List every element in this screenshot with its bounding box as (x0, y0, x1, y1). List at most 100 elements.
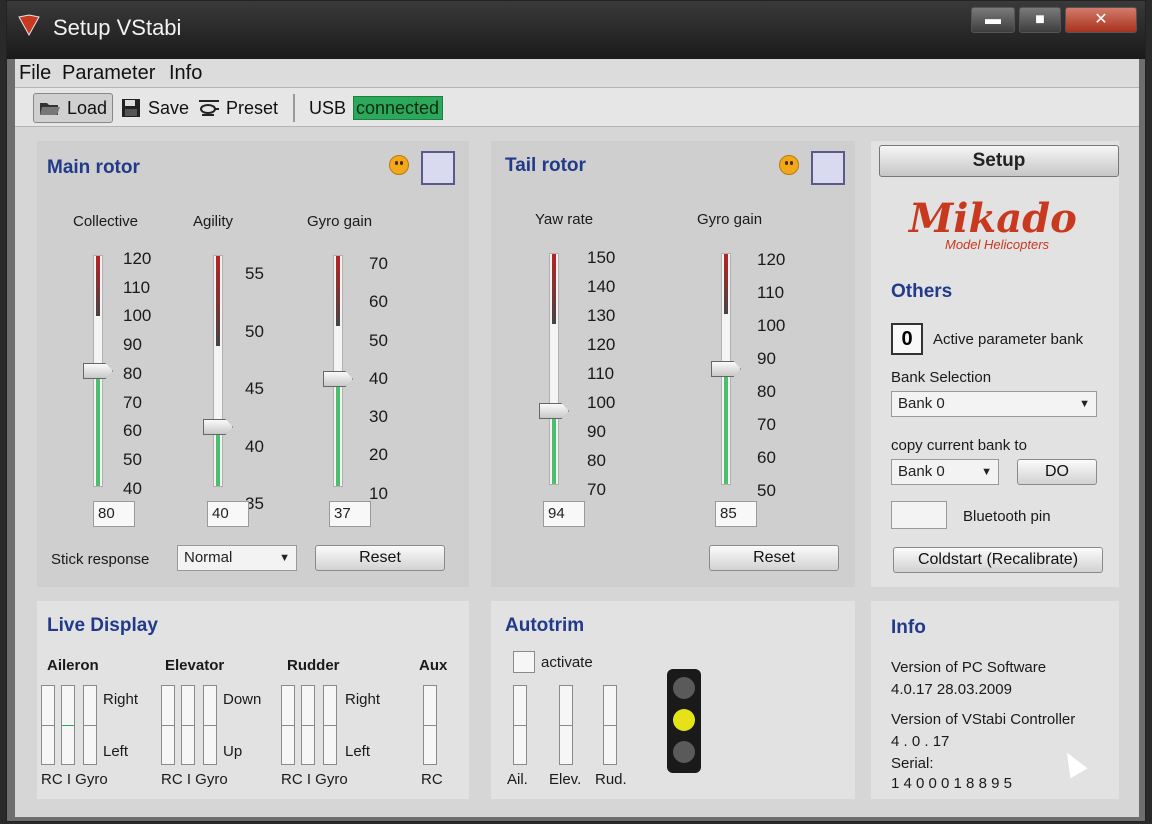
copy-bank-label: copy current bank to (891, 437, 1027, 454)
autotrim-ail-label: Ail. (507, 771, 528, 788)
agility-scale: 55 50 45 40 35 (245, 264, 264, 513)
main-gyro-value-field[interactable]: 37 (329, 501, 371, 527)
rudder-label: Rudder (287, 657, 340, 674)
main-rotor-title: Main rotor (47, 157, 140, 178)
expert-mode-icon[interactable] (421, 151, 455, 185)
traffic-lamp-bottom (673, 741, 695, 763)
autotrim-rud-label: Rud. (595, 771, 627, 788)
bluetooth-pin-label: Bluetooth pin (963, 508, 1051, 525)
autotrim-activate-checkbox[interactable] (513, 651, 535, 673)
expert-mode-icon[interactable] (811, 151, 845, 185)
bank-selection-label: Bank Selection (891, 369, 992, 386)
menu-parameter[interactable]: Parameter (62, 62, 155, 85)
live-display-title: Live Display (47, 615, 158, 636)
mikado-logo: Mikado (909, 195, 1077, 242)
autotrim-rud-bar (603, 685, 617, 765)
controller-version-value: 4 . 0 . 17 (891, 733, 950, 750)
autotrim-elev-label: Elev. (549, 771, 582, 788)
tail-rotor-panel: Tail rotor Yaw rate Gyro gain 150 140 130 1… (491, 141, 855, 587)
usb-label: USB (309, 98, 347, 118)
smiley-icon (389, 155, 409, 175)
mouse-cursor-icon (1058, 747, 1088, 779)
load-label: Load (67, 97, 108, 118)
yaw-rate-slider-thumb[interactable] (539, 403, 569, 419)
yaw-rate-slider-track[interactable] (549, 253, 559, 485)
yaw-rate-label: Yaw rate (535, 211, 594, 228)
collective-label: Collective (73, 213, 139, 230)
tail-gyro-scale: 120 110 100 90 80 70 60 50 (757, 250, 786, 500)
agility-slider-thumb[interactable] (203, 419, 233, 435)
autotrim-activate-label: activate (541, 654, 593, 671)
title-bar: Setup VStabi ▬ ■ ✕ (7, 1, 1145, 59)
elevator-up-label: Up (223, 743, 243, 760)
aileron-i-bar (61, 685, 75, 765)
pc-version-value: 4.0.17 28.03.2009 (891, 681, 1012, 698)
save-button[interactable]: Save (115, 93, 194, 123)
aileron-right-label: Right (103, 691, 139, 708)
tail-gyro-value-field[interactable]: 85 (715, 501, 757, 527)
toolbar-separator (293, 94, 295, 122)
minimize-button[interactable]: ▬ (971, 7, 1015, 33)
traffic-lamp-top (673, 677, 695, 699)
load-button[interactable]: Load (33, 93, 114, 123)
floppy-disk-icon (122, 99, 140, 117)
collective-scale: 120 110 100 90 80 70 60 50 40 (123, 249, 152, 498)
stick-response-label: Stick response (51, 551, 150, 568)
preset-label: Preset (226, 97, 279, 118)
aileron-rc-bar (41, 685, 55, 765)
rudder-gyro-bar (323, 685, 337, 765)
tail-gyro-gain-label: Gyro gain (697, 211, 763, 228)
aileron-gyro-bar (83, 685, 97, 765)
copy-bank-dropdown[interactable]: Bank 0 ▼ (891, 459, 999, 485)
tail-rotor-title: Tail rotor (505, 155, 586, 176)
agility-slider-track[interactable] (213, 255, 223, 487)
main-gyro-slider-thumb[interactable] (323, 371, 353, 387)
bank-selection-dropdown[interactable]: Bank 0 ▼ (891, 391, 1097, 417)
aux-footer: RC (421, 771, 443, 788)
rudder-rc-bar (281, 685, 295, 765)
folder-open-icon (40, 103, 60, 115)
connection-status-badge: connected (353, 96, 443, 120)
elevator-label: Elevator (165, 657, 225, 674)
stick-response-dropdown[interactable]: Normal ▼ (177, 545, 297, 571)
autotrim-panel: Autotrim activate Ail. Elev. Rud. (491, 601, 855, 799)
chevron-down-icon: ▼ (981, 466, 992, 478)
smiley-icon (779, 155, 799, 175)
traffic-lamp-middle (673, 709, 695, 731)
main-rotor-reset-button[interactable]: Reset (315, 545, 445, 571)
aux-rc-bar (423, 685, 437, 765)
coldstart-button[interactable]: Coldstart (Recalibrate) (893, 547, 1103, 573)
others-title: Others (891, 281, 953, 302)
preset-button[interactable]: Preset (193, 93, 283, 123)
traffic-light-icon (667, 669, 701, 773)
bluetooth-pin-field[interactable] (891, 501, 947, 529)
right-panel: Setup Mikado Model Helicopters Others 0 … (871, 141, 1119, 587)
tail-rotor-reset-button[interactable]: Reset (709, 545, 839, 571)
app-logo-icon (18, 14, 40, 37)
main-window: Setup VStabi ▬ ■ ✕ File Parameter Info L… (6, 0, 1146, 822)
do-button[interactable]: DO (1017, 459, 1097, 485)
active-bank-indicator: 0 (891, 323, 923, 355)
setup-button[interactable]: Setup (879, 145, 1119, 177)
tail-gyro-slider-thumb[interactable] (711, 361, 741, 377)
collective-slider-thumb[interactable] (83, 363, 113, 379)
menu-info[interactable]: Info (169, 62, 202, 85)
collective-value-field[interactable]: 80 (93, 501, 135, 527)
chevron-down-icon: ▼ (279, 552, 290, 564)
elevator-down-label: Down (223, 691, 262, 708)
aileron-label: Aileron (47, 657, 99, 674)
menu-bar: File Parameter Info (15, 59, 1139, 87)
agility-label: Agility (193, 213, 234, 230)
serial-value: 1 4 0 0 0 1 8 8 9 5 (891, 775, 1012, 792)
mikado-logo-subtitle: Model Helicopters (945, 237, 1050, 252)
rudder-footer: RC I Gyro (281, 771, 348, 788)
yaw-rate-value-field[interactable]: 94 (543, 501, 585, 527)
close-button[interactable]: ✕ (1065, 7, 1137, 33)
maximize-button[interactable]: ■ (1019, 7, 1061, 33)
autotrim-title: Autotrim (505, 615, 585, 636)
live-display-panel: Live Display Aileron Right Left RC I Gyr… (37, 601, 469, 799)
agility-value-field[interactable]: 40 (207, 501, 249, 527)
menu-file[interactable]: File (19, 62, 51, 85)
helicopter-icon (199, 100, 219, 116)
main-rotor-panel: Main rotor Collective Agility Gyro gain … (37, 141, 469, 587)
